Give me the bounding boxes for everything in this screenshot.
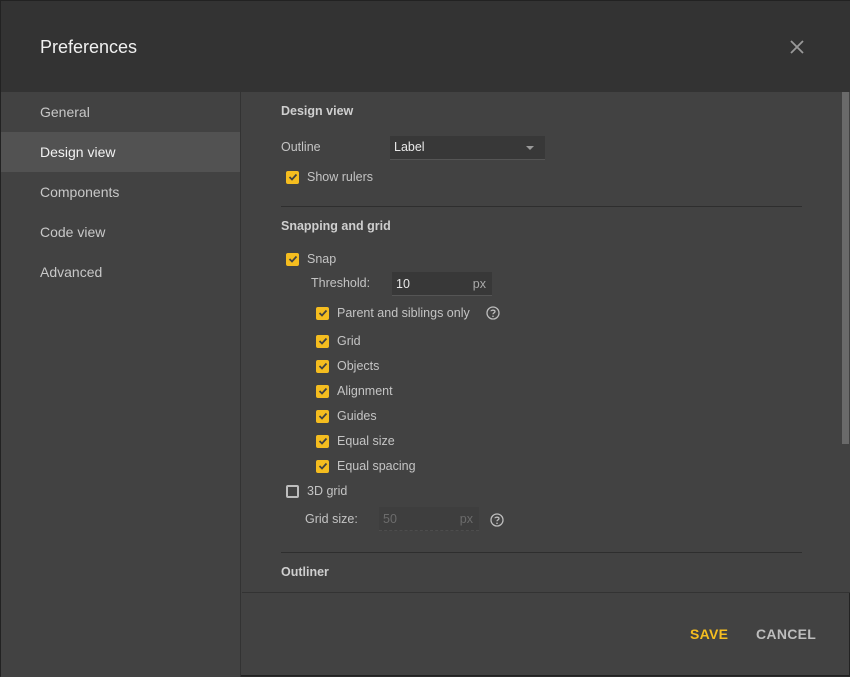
save-button[interactable]: SAVE	[690, 626, 728, 642]
section-title-outliner: Outliner	[281, 565, 329, 579]
parent-siblings-checkbox[interactable]: Parent and siblings only	[316, 304, 470, 322]
snap-equal-size-label: Equal size	[337, 434, 395, 448]
preferences-dialog: Preferences General Design view Componen…	[0, 0, 850, 677]
section-divider	[281, 552, 802, 553]
sidebar-item-code-view[interactable]: Code view	[1, 212, 240, 252]
snap-objects-label: Objects	[337, 359, 380, 373]
threshold-label: Threshold:	[311, 276, 371, 290]
help-icon	[486, 306, 500, 320]
threshold-unit: px	[472, 277, 486, 291]
snap-equal-spacing-checkbox[interactable]: Equal spacing	[316, 457, 416, 475]
checkbox-checked-icon	[316, 409, 329, 423]
checkbox-checked-icon	[316, 334, 329, 348]
section-title-design-view: Design view	[281, 104, 354, 118]
snap-guides-label: Guides	[337, 409, 377, 423]
scrollbar-thumb[interactable]	[842, 92, 849, 444]
dialog-header: Preferences	[1, 1, 850, 92]
checkbox-checked-icon	[286, 252, 299, 266]
content-scrollbar[interactable]	[842, 92, 850, 592]
threshold-input[interactable]: 10 px	[392, 272, 492, 296]
snap-equal-size-checkbox[interactable]: Equal size	[316, 432, 395, 450]
snap-checkbox[interactable]: Snap	[286, 250, 336, 268]
grid-size-unit: px	[459, 512, 473, 526]
snap-guides-checkbox[interactable]: Guides	[316, 407, 377, 425]
close-button[interactable]	[787, 37, 807, 57]
snap-equal-spacing-label: Equal spacing	[337, 459, 416, 473]
snap-alignment-label: Alignment	[337, 384, 393, 398]
dialog-footer: SAVE CANCEL	[242, 592, 850, 677]
grid-size-input[interactable]: 50 px	[379, 507, 479, 531]
sidebar: General Design view Components Code view…	[1, 92, 241, 677]
snap-alignment-checkbox[interactable]: Alignment	[316, 382, 393, 400]
grid-size-label: Grid size:	[305, 512, 358, 526]
section-title-snapping: Snapping and grid	[281, 219, 391, 233]
help-icon	[490, 513, 504, 527]
checkbox-checked-icon	[316, 434, 329, 448]
cancel-button[interactable]: CANCEL	[756, 626, 816, 642]
settings-content: Design view Outline Label Show rulers Sn…	[242, 92, 850, 592]
sidebar-item-general[interactable]: General	[1, 92, 240, 132]
snap-grid-checkbox[interactable]: Grid	[316, 332, 361, 350]
outline-label: Outline	[281, 140, 321, 154]
threshold-value: 10	[396, 277, 410, 291]
parent-siblings-label: Parent and siblings only	[337, 306, 470, 320]
checkbox-checked-icon	[316, 359, 329, 373]
checkbox-checked-icon	[316, 459, 329, 473]
checkbox-checked-icon	[286, 170, 299, 184]
checkbox-checked-icon	[316, 306, 329, 320]
outline-select-value: Label	[394, 140, 425, 154]
sidebar-item-design-view[interactable]: Design view	[1, 132, 240, 172]
show-rulers-checkbox[interactable]: Show rulers	[286, 168, 373, 186]
grid-size-value: 50	[383, 512, 397, 526]
help-button[interactable]	[486, 306, 500, 320]
grid-3d-checkbox[interactable]: 3D grid	[286, 482, 347, 500]
sidebar-item-advanced[interactable]: Advanced	[1, 252, 240, 292]
chevron-down-icon	[526, 146, 534, 150]
grid-3d-label: 3D grid	[307, 484, 348, 498]
close-icon	[790, 40, 804, 54]
help-button[interactable]	[490, 513, 504, 527]
section-divider	[281, 206, 802, 207]
outline-select[interactable]: Label	[390, 136, 545, 160]
dialog-title: Preferences	[40, 37, 138, 57]
snap-grid-label: Grid	[337, 334, 361, 348]
snap-objects-checkbox[interactable]: Objects	[316, 357, 379, 375]
sidebar-item-components[interactable]: Components	[1, 172, 240, 212]
show-rulers-label: Show rulers	[307, 170, 373, 184]
checkbox-checked-icon	[316, 384, 329, 398]
checkbox-unchecked-icon	[286, 484, 299, 498]
snap-label: Snap	[307, 252, 337, 266]
